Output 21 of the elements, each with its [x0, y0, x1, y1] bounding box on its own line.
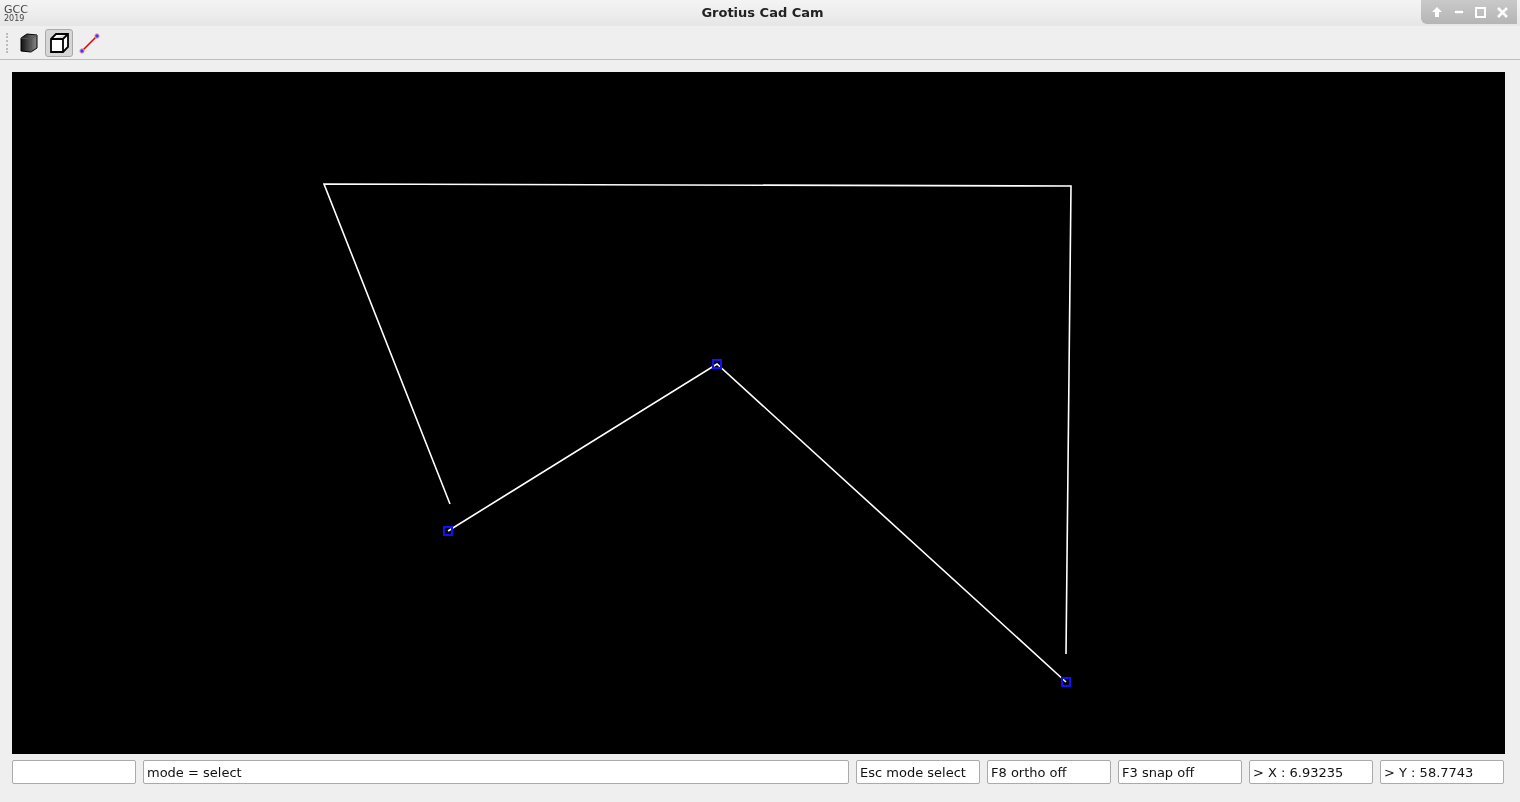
status-field[interactable]: Esc mode select [856, 760, 980, 784]
shade-icon[interactable] [1430, 6, 1443, 18]
vertex-handle[interactable] [712, 359, 722, 369]
wireframe-cube-icon [48, 31, 70, 54]
status-field[interactable]: > X : 6.93235 [1249, 760, 1373, 784]
minimize-icon[interactable] [1453, 10, 1464, 14]
maximize-icon[interactable] [1474, 6, 1486, 18]
wireframe-cube-tool-button[interactable] [45, 28, 73, 57]
cube-icon [18, 31, 40, 54]
status-field[interactable]: mode = select [143, 760, 849, 784]
vertex-handle[interactable] [443, 526, 453, 536]
app-logo: GCC 2019 [4, 3, 29, 23]
line-icon [78, 31, 100, 54]
status-field[interactable]: F3 snap off [1118, 760, 1242, 784]
status-field[interactable]: F8 ortho off [987, 760, 1111, 784]
status-field[interactable]: > Y : 58.7743 [1380, 760, 1504, 784]
command-field[interactable] [12, 760, 136, 784]
window-title: Grotius Cad Cam [700, 4, 825, 23]
toolbar-grip[interactable] [6, 32, 9, 53]
vertex-handle[interactable] [1061, 677, 1071, 687]
close-icon[interactable] [1496, 6, 1508, 18]
